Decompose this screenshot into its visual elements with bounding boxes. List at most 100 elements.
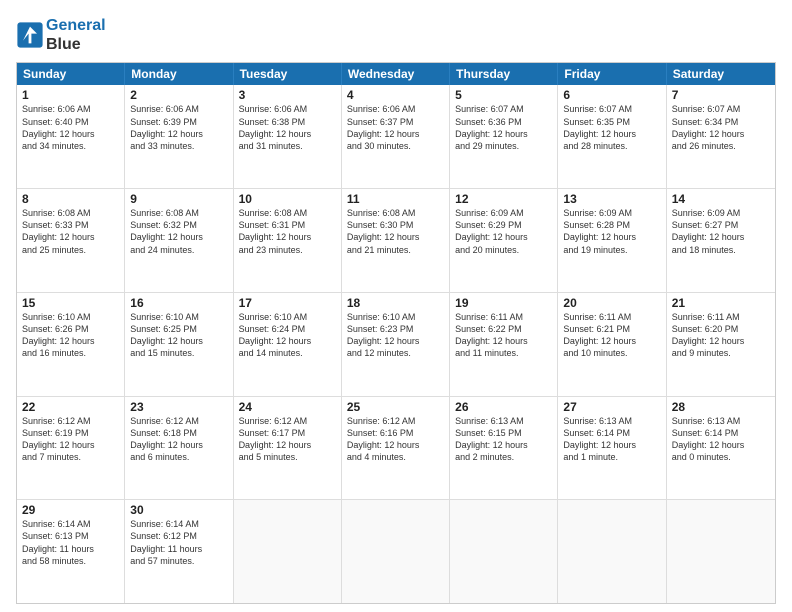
day-number: 28 (672, 400, 770, 414)
day-number: 20 (563, 296, 660, 310)
calendar-row-5: 29Sunrise: 6:14 AM Sunset: 6:13 PM Dayli… (17, 500, 775, 603)
calendar-cell (342, 500, 450, 603)
day-number: 13 (563, 192, 660, 206)
day-number: 25 (347, 400, 444, 414)
day-details: Sunrise: 6:12 AM Sunset: 6:19 PM Dayligh… (22, 415, 119, 464)
calendar-row-1: 1Sunrise: 6:06 AM Sunset: 6:40 PM Daylig… (17, 85, 775, 189)
calendar-page: GeneralBlue SundayMondayTuesdayWednesday… (0, 0, 792, 612)
calendar-row-2: 8Sunrise: 6:08 AM Sunset: 6:33 PM Daylig… (17, 189, 775, 293)
day-details: Sunrise: 6:13 AM Sunset: 6:15 PM Dayligh… (455, 415, 552, 464)
day-details: Sunrise: 6:08 AM Sunset: 6:31 PM Dayligh… (239, 207, 336, 256)
day-number: 26 (455, 400, 552, 414)
day-details: Sunrise: 6:12 AM Sunset: 6:18 PM Dayligh… (130, 415, 227, 464)
calendar-cell: 5Sunrise: 6:07 AM Sunset: 6:36 PM Daylig… (450, 85, 558, 188)
day-number: 22 (22, 400, 119, 414)
calendar-cell: 21Sunrise: 6:11 AM Sunset: 6:20 PM Dayli… (667, 293, 775, 396)
header-day-sunday: Sunday (17, 63, 125, 85)
calendar-cell: 25Sunrise: 6:12 AM Sunset: 6:16 PM Dayli… (342, 397, 450, 500)
calendar-cell: 4Sunrise: 6:06 AM Sunset: 6:37 PM Daylig… (342, 85, 450, 188)
day-number: 1 (22, 88, 119, 102)
page-header: GeneralBlue (16, 16, 776, 54)
calendar-cell: 24Sunrise: 6:12 AM Sunset: 6:17 PM Dayli… (234, 397, 342, 500)
calendar-row-4: 22Sunrise: 6:12 AM Sunset: 6:19 PM Dayli… (17, 397, 775, 501)
logo-icon (16, 21, 44, 49)
calendar-cell: 20Sunrise: 6:11 AM Sunset: 6:21 PM Dayli… (558, 293, 666, 396)
calendar-cell: 29Sunrise: 6:14 AM Sunset: 6:13 PM Dayli… (17, 500, 125, 603)
calendar-cell: 26Sunrise: 6:13 AM Sunset: 6:15 PM Dayli… (450, 397, 558, 500)
day-details: Sunrise: 6:07 AM Sunset: 6:34 PM Dayligh… (672, 103, 770, 152)
day-details: Sunrise: 6:10 AM Sunset: 6:24 PM Dayligh… (239, 311, 336, 360)
calendar-cell: 1Sunrise: 6:06 AM Sunset: 6:40 PM Daylig… (17, 85, 125, 188)
day-details: Sunrise: 6:14 AM Sunset: 6:12 PM Dayligh… (130, 518, 227, 567)
calendar-cell: 3Sunrise: 6:06 AM Sunset: 6:38 PM Daylig… (234, 85, 342, 188)
day-details: Sunrise: 6:07 AM Sunset: 6:35 PM Dayligh… (563, 103, 660, 152)
day-details: Sunrise: 6:08 AM Sunset: 6:32 PM Dayligh… (130, 207, 227, 256)
calendar-cell: 30Sunrise: 6:14 AM Sunset: 6:12 PM Dayli… (125, 500, 233, 603)
calendar-cell: 7Sunrise: 6:07 AM Sunset: 6:34 PM Daylig… (667, 85, 775, 188)
calendar-cell (558, 500, 666, 603)
calendar-cell: 11Sunrise: 6:08 AM Sunset: 6:30 PM Dayli… (342, 189, 450, 292)
day-number: 11 (347, 192, 444, 206)
calendar-cell: 9Sunrise: 6:08 AM Sunset: 6:32 PM Daylig… (125, 189, 233, 292)
day-number: 30 (130, 503, 227, 517)
day-number: 17 (239, 296, 336, 310)
logo: GeneralBlue (16, 16, 106, 54)
day-details: Sunrise: 6:06 AM Sunset: 6:38 PM Dayligh… (239, 103, 336, 152)
calendar-row-3: 15Sunrise: 6:10 AM Sunset: 6:26 PM Dayli… (17, 293, 775, 397)
day-details: Sunrise: 6:06 AM Sunset: 6:40 PM Dayligh… (22, 103, 119, 152)
day-number: 2 (130, 88, 227, 102)
header-day-monday: Monday (125, 63, 233, 85)
day-number: 12 (455, 192, 552, 206)
calendar-body: 1Sunrise: 6:06 AM Sunset: 6:40 PM Daylig… (17, 85, 775, 603)
day-number: 27 (563, 400, 660, 414)
day-number: 9 (130, 192, 227, 206)
calendar-cell (450, 500, 558, 603)
calendar: SundayMondayTuesdayWednesdayThursdayFrid… (16, 62, 776, 604)
day-number: 4 (347, 88, 444, 102)
day-details: Sunrise: 6:12 AM Sunset: 6:16 PM Dayligh… (347, 415, 444, 464)
day-details: Sunrise: 6:11 AM Sunset: 6:20 PM Dayligh… (672, 311, 770, 360)
calendar-cell: 22Sunrise: 6:12 AM Sunset: 6:19 PM Dayli… (17, 397, 125, 500)
day-details: Sunrise: 6:08 AM Sunset: 6:33 PM Dayligh… (22, 207, 119, 256)
calendar-cell (667, 500, 775, 603)
day-details: Sunrise: 6:09 AM Sunset: 6:27 PM Dayligh… (672, 207, 770, 256)
calendar-cell: 12Sunrise: 6:09 AM Sunset: 6:29 PM Dayli… (450, 189, 558, 292)
day-details: Sunrise: 6:10 AM Sunset: 6:23 PM Dayligh… (347, 311, 444, 360)
calendar-cell: 2Sunrise: 6:06 AM Sunset: 6:39 PM Daylig… (125, 85, 233, 188)
day-details: Sunrise: 6:10 AM Sunset: 6:25 PM Dayligh… (130, 311, 227, 360)
day-number: 7 (672, 88, 770, 102)
calendar-cell: 27Sunrise: 6:13 AM Sunset: 6:14 PM Dayli… (558, 397, 666, 500)
day-details: Sunrise: 6:09 AM Sunset: 6:29 PM Dayligh… (455, 207, 552, 256)
day-number: 15 (22, 296, 119, 310)
day-number: 19 (455, 296, 552, 310)
day-details: Sunrise: 6:13 AM Sunset: 6:14 PM Dayligh… (672, 415, 770, 464)
day-details: Sunrise: 6:06 AM Sunset: 6:39 PM Dayligh… (130, 103, 227, 152)
day-number: 18 (347, 296, 444, 310)
day-number: 16 (130, 296, 227, 310)
header-day-friday: Friday (558, 63, 666, 85)
day-number: 14 (672, 192, 770, 206)
day-number: 29 (22, 503, 119, 517)
calendar-cell: 23Sunrise: 6:12 AM Sunset: 6:18 PM Dayli… (125, 397, 233, 500)
calendar-cell: 8Sunrise: 6:08 AM Sunset: 6:33 PM Daylig… (17, 189, 125, 292)
logo-text: GeneralBlue (46, 16, 106, 54)
day-number: 10 (239, 192, 336, 206)
day-details: Sunrise: 6:11 AM Sunset: 6:21 PM Dayligh… (563, 311, 660, 360)
header-day-wednesday: Wednesday (342, 63, 450, 85)
header-day-thursday: Thursday (450, 63, 558, 85)
day-details: Sunrise: 6:08 AM Sunset: 6:30 PM Dayligh… (347, 207, 444, 256)
day-details: Sunrise: 6:06 AM Sunset: 6:37 PM Dayligh… (347, 103, 444, 152)
day-number: 8 (22, 192, 119, 206)
day-details: Sunrise: 6:14 AM Sunset: 6:13 PM Dayligh… (22, 518, 119, 567)
day-number: 21 (672, 296, 770, 310)
day-details: Sunrise: 6:07 AM Sunset: 6:36 PM Dayligh… (455, 103, 552, 152)
day-number: 23 (130, 400, 227, 414)
day-number: 3 (239, 88, 336, 102)
day-details: Sunrise: 6:12 AM Sunset: 6:17 PM Dayligh… (239, 415, 336, 464)
day-details: Sunrise: 6:10 AM Sunset: 6:26 PM Dayligh… (22, 311, 119, 360)
header-day-saturday: Saturday (667, 63, 775, 85)
calendar-header: SundayMondayTuesdayWednesdayThursdayFrid… (17, 63, 775, 85)
calendar-cell: 6Sunrise: 6:07 AM Sunset: 6:35 PM Daylig… (558, 85, 666, 188)
calendar-cell: 28Sunrise: 6:13 AM Sunset: 6:14 PM Dayli… (667, 397, 775, 500)
day-number: 5 (455, 88, 552, 102)
